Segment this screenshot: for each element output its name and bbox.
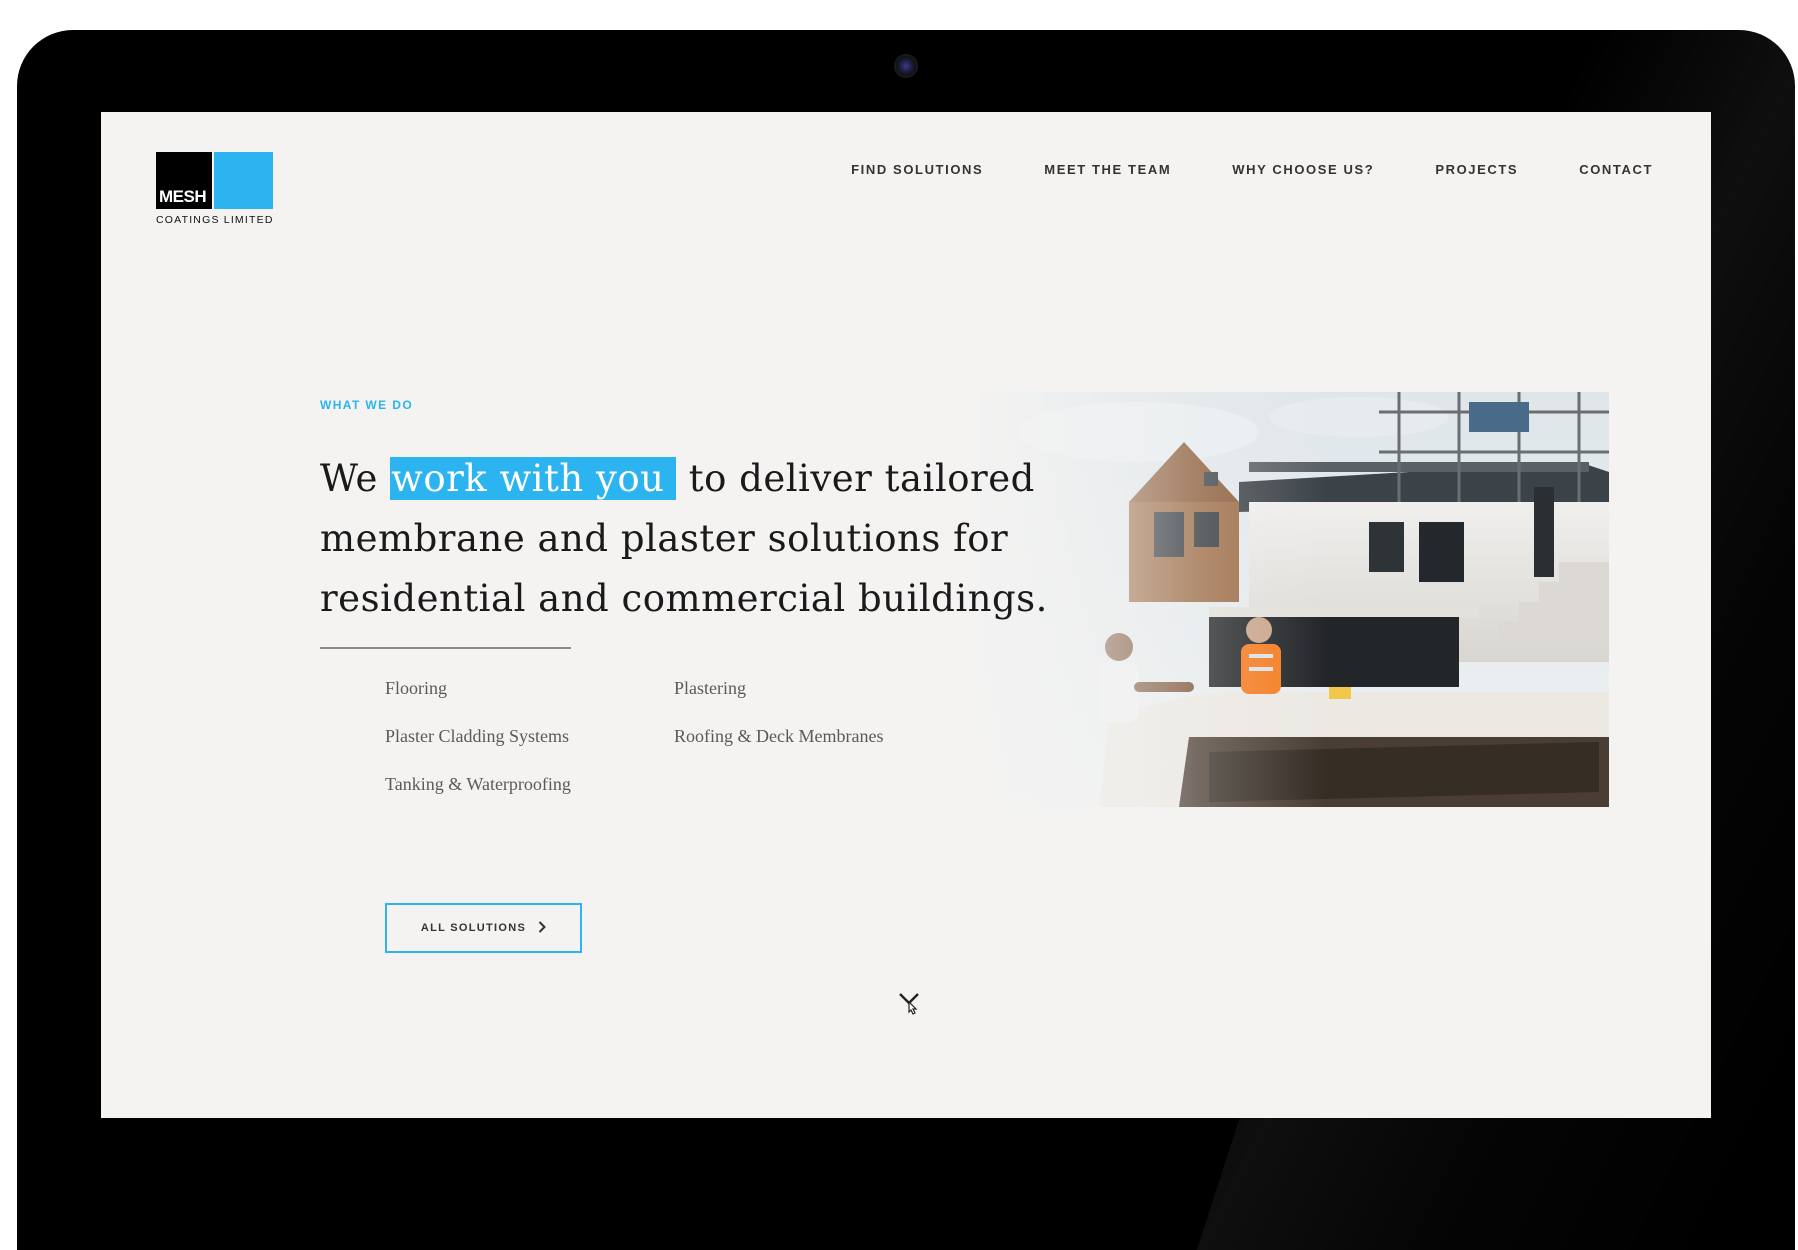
headline-divider — [320, 647, 571, 649]
chevron-right-icon — [538, 920, 547, 936]
solutions-list: Flooring Plastering Plaster Cladding Sys… — [385, 678, 934, 794]
all-solutions-button[interactable]: ALL SOLUTIONS — [385, 903, 582, 953]
headline-highlight: work with you — [390, 457, 677, 500]
nav-meet-the-team[interactable]: MEET THE TEAM — [1044, 162, 1171, 177]
front-camera — [896, 56, 916, 76]
site-logo[interactable]: MESH COATINGS LIMITED — [156, 152, 286, 226]
scroll-down-icon[interactable] — [898, 992, 920, 1018]
tablet-device-frame: MESH COATINGS LIMITED FIND SOLUTIONS MEE… — [17, 30, 1795, 1250]
solution-plaster-cladding-systems[interactable]: Plaster Cladding Systems — [385, 726, 674, 746]
section-headline: We work with you to deliver tailored mem… — [320, 449, 1100, 629]
nav-why-choose-us[interactable]: WHY CHOOSE US? — [1232, 162, 1374, 177]
website-screen: MESH COATINGS LIMITED FIND SOLUTIONS MEE… — [101, 112, 1711, 1118]
logo-blue-block — [214, 152, 273, 209]
section-eyebrow: WHAT WE DO — [320, 398, 414, 412]
logo-mark: MESH — [156, 152, 286, 209]
logo-black-block: MESH — [156, 152, 212, 209]
solution-roofing-deck-membranes[interactable]: Roofing & Deck Membranes — [674, 726, 934, 746]
solution-plastering[interactable]: Plastering — [674, 678, 934, 698]
solution-tanking-waterproofing[interactable]: Tanking & Waterproofing — [385, 774, 674, 794]
all-solutions-label: ALL SOLUTIONS — [420, 922, 527, 934]
headline-pre: We — [320, 457, 391, 500]
logo-subtitle: COATINGS LIMITED — [156, 214, 274, 226]
solution-flooring[interactable]: Flooring — [385, 678, 674, 698]
nav-contact[interactable]: CONTACT — [1579, 162, 1653, 177]
nav-projects[interactable]: PROJECTS — [1435, 162, 1518, 177]
main-navigation: FIND SOLUTIONS MEET THE TEAM WHY CHOOSE … — [851, 162, 1653, 177]
nav-find-solutions[interactable]: FIND SOLUTIONS — [851, 162, 983, 177]
logo-mark-text: MESH — [159, 187, 207, 206]
